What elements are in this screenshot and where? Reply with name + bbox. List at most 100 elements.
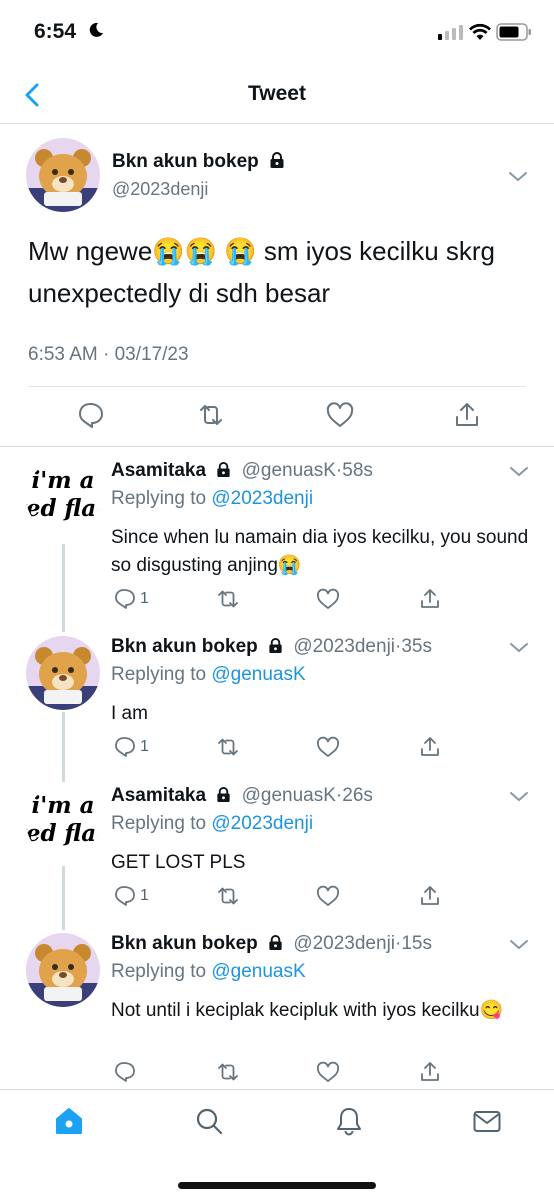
share-icon[interactable] (418, 883, 442, 909)
reply-icon[interactable] (113, 883, 137, 909)
lock-icon (269, 637, 282, 654)
author-name-text: Bkn akun bokep (112, 151, 259, 172)
reply-author-name[interactable]: Asamitaka (111, 460, 206, 481)
chevron-down-icon[interactable] (508, 937, 530, 951)
avatar[interactable] (26, 636, 100, 710)
replying-to-label: Replying to (111, 664, 207, 685)
reply-author-name[interactable]: Asamitaka (111, 785, 206, 806)
notifications-icon[interactable] (334, 1106, 364, 1136)
chevron-down-icon[interactable] (508, 640, 530, 654)
tweet-actions (0, 394, 554, 438)
moon-icon (89, 22, 103, 37)
replying-to-label: Replying to (111, 961, 207, 982)
search-icon[interactable] (194, 1106, 224, 1136)
reply-tweet[interactable]: Bkn akun bokep @2023denji·35s Replying t… (0, 636, 554, 776)
messages-icon[interactable] (472, 1106, 502, 1136)
author-handle[interactable]: @2023denji (112, 179, 208, 200)
home-indicator (178, 1182, 376, 1189)
retweet-icon[interactable] (216, 883, 240, 909)
reply-actions: 1 (0, 734, 554, 764)
reply-author-handle[interactable]: @genuasK (242, 785, 336, 806)
reply-time: 15s (401, 933, 432, 954)
retweet-icon[interactable] (216, 586, 240, 612)
replying-to: Replying to @2023denji (111, 488, 313, 510)
red-flag-avatar-image: i'm a red flag (26, 792, 100, 847)
lock-icon (217, 786, 230, 803)
tweet-timestamp: 6:53 AM · 03/17/23 (28, 344, 189, 365)
reply-icon[interactable] (113, 586, 137, 612)
reply-count: 1 (140, 887, 149, 904)
bear-avatar-image (26, 933, 100, 1007)
replying-to: Replying to @genuasK (111, 961, 306, 983)
reply-author-handle[interactable]: @2023denji (293, 933, 395, 954)
tweet-text: Mw ngewe😭😭 😭 sm iyos kecilku skrg unexpe… (28, 236, 495, 308)
reply-actions (0, 1059, 554, 1089)
like-icon[interactable] (316, 586, 340, 612)
replying-to: Replying to @2023denji (111, 813, 313, 835)
replying-to-label: Replying to (111, 488, 207, 509)
reply-count: 1 (140, 738, 149, 755)
reply-time: 26s (342, 785, 373, 806)
reply-text: GET LOST PLS (111, 852, 246, 873)
like-icon[interactable] (316, 883, 340, 909)
battery-icon (496, 23, 531, 41)
retweet-icon[interactable] (196, 400, 226, 430)
avatar-text-line1: i'm a (31, 467, 94, 494)
share-icon[interactable] (452, 400, 482, 430)
reply-author-name[interactable]: Bkn akun bokep (111, 636, 258, 657)
replying-to-link[interactable]: @genuasK (211, 961, 305, 982)
divider (28, 386, 526, 387)
reply-actions: 1 (0, 586, 554, 616)
avatar-text-line1: i'm a (31, 792, 94, 819)
retweet-icon[interactable] (216, 1059, 240, 1085)
reply-author-handle[interactable]: @genuasK (242, 460, 336, 481)
chevron-down-icon[interactable] (506, 168, 530, 184)
like-icon[interactable] (316, 734, 340, 760)
avatar-text-line2: red flag (26, 495, 100, 522)
reply-icon[interactable] (113, 1059, 137, 1085)
author-name[interactable]: Bkn akun bokep (112, 151, 286, 173)
reply-count: 1 (140, 590, 149, 607)
avatar[interactable] (26, 933, 100, 1007)
lock-icon (217, 461, 230, 478)
replying-to-label: Replying to (111, 813, 207, 834)
share-icon[interactable] (418, 1059, 442, 1085)
lock-icon (269, 934, 282, 951)
replying-to-link[interactable]: @2023denji (211, 488, 313, 509)
reply-tweet[interactable]: Bkn akun bokep @2023denji·15s Replying t… (0, 933, 554, 1083)
share-icon[interactable] (418, 734, 442, 760)
reply-icon[interactable] (113, 734, 137, 760)
share-icon[interactable] (418, 586, 442, 612)
reply-tweet[interactable]: i'm a red flag Asamitaka @genuasK·26s Re… (0, 785, 554, 925)
avatar[interactable]: i'm a red flag (26, 460, 100, 534)
reply-actions: 1 (0, 883, 554, 913)
cellular-signal-icon (438, 25, 463, 40)
reply-time: 35s (401, 636, 432, 657)
reply-author-name[interactable]: Bkn akun bokep (111, 933, 258, 954)
chevron-down-icon[interactable] (508, 789, 530, 803)
reply-time: 58s (342, 460, 373, 481)
reply-text: I am (111, 703, 148, 724)
retweet-icon[interactable] (216, 734, 240, 760)
reply-tweet[interactable]: i'm a red flag Asamitaka @genuasK·58s Re… (0, 460, 554, 620)
like-icon[interactable] (325, 400, 355, 430)
chevron-down-icon[interactable] (508, 464, 530, 478)
avatar-text-line2: red flag (26, 820, 100, 847)
page-title: Tweet (248, 82, 306, 105)
replying-to-link[interactable]: @genuasK (211, 664, 305, 685)
reply-icon[interactable] (76, 400, 106, 430)
home-icon[interactable] (54, 1106, 84, 1136)
reply-text: Since when lu namain dia iyos kecilku, y… (111, 527, 529, 576)
bear-avatar-image (26, 138, 100, 212)
replying-to-link[interactable]: @2023denji (211, 813, 313, 834)
status-time: 6:54 (34, 20, 77, 43)
reply-text: Not until i keciplak kecipluk with iyos … (111, 1000, 504, 1021)
wifi-icon (469, 23, 491, 40)
reply-author-handle[interactable]: @2023denji (293, 636, 395, 657)
avatar[interactable] (26, 138, 100, 212)
status-bar: 6:54 (0, 0, 554, 66)
reply-header: Bkn akun bokep @2023denji·15s (111, 933, 432, 955)
reply-header: Asamitaka @genuasK·26s (111, 785, 373, 807)
avatar[interactable]: i'm a red flag (26, 785, 100, 859)
like-icon[interactable] (316, 1059, 340, 1085)
